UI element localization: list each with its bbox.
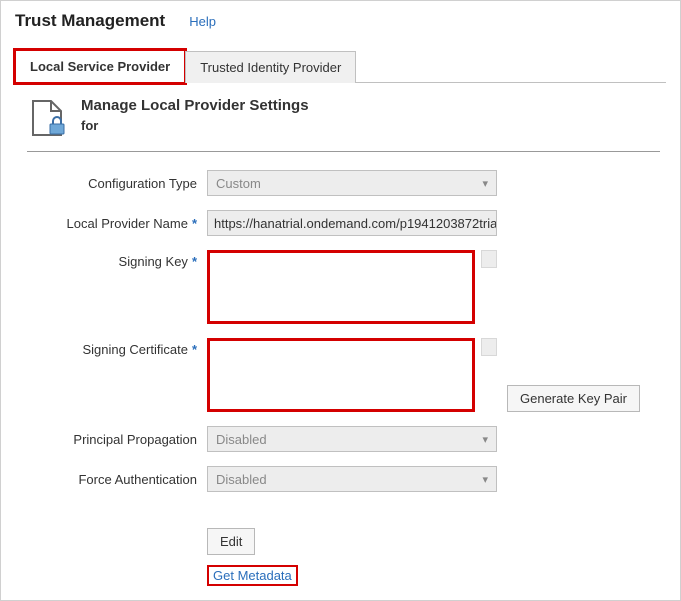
edit-button[interactable]: Edit [207,528,255,555]
document-lock-icon [27,97,67,137]
label-signing-certificate: Signing Certificate* [27,338,197,357]
chevron-down-icon: ▾ [482,473,488,486]
signing-certificate-side [481,338,497,356]
principal-propagation-select[interactable]: Disabled ▾ [207,426,497,452]
local-provider-name-input[interactable]: https://hanatrial.ondemand.com/p19412038… [207,210,497,236]
configuration-type-select[interactable]: Custom ▾ [207,170,497,196]
page-title: Trust Management [15,11,165,31]
force-authentication-value: Disabled [216,472,267,487]
get-metadata-link[interactable]: Get Metadata [207,565,298,586]
chevron-down-icon: ▾ [482,433,488,446]
label-signing-key: Signing Key* [27,250,197,269]
label-force-authentication: Force Authentication [27,472,197,487]
label-principal-propagation: Principal Propagation [27,432,197,447]
tab-local-service-provider[interactable]: Local Service Provider [15,50,185,83]
configuration-type-value: Custom [216,176,261,191]
required-marker: * [192,342,197,357]
required-marker: * [192,216,197,231]
section-title: Manage Local Provider Settings [81,97,309,114]
generate-key-pair-button[interactable]: Generate Key Pair [507,385,640,412]
header: Trust Management Help [1,1,680,39]
signing-key-side [481,250,497,268]
tab-trusted-identity-provider[interactable]: Trusted Identity Provider [185,51,356,83]
tabs: Local Service Provider Trusted Identity … [15,49,666,83]
principal-propagation-value: Disabled [216,432,267,447]
signing-key-textarea[interactable] [207,250,475,324]
label-local-provider-name: Local Provider Name* [27,216,197,231]
force-authentication-select[interactable]: Disabled ▾ [207,466,497,492]
section-subtitle: for [81,118,309,133]
signing-certificate-textarea[interactable] [207,338,475,412]
label-configuration-type: Configuration Type [27,176,197,191]
divider [27,151,660,152]
required-marker: * [192,254,197,269]
help-link[interactable]: Help [189,14,216,29]
chevron-down-icon: ▾ [482,177,488,190]
